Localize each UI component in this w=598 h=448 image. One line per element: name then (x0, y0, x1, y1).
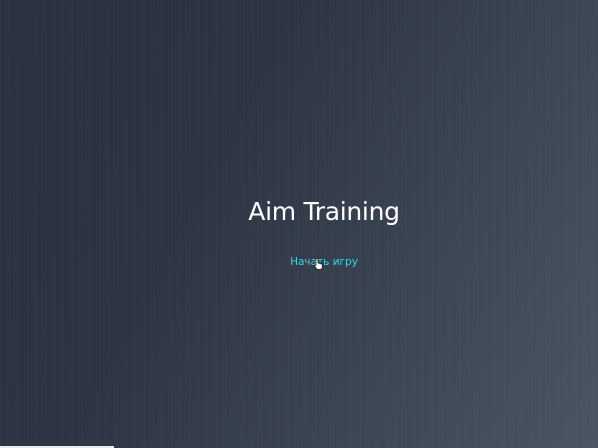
game-title: Aim Training (248, 197, 400, 226)
hand-pointer-icon (314, 258, 323, 270)
start-game-button[interactable]: Начать игру (0, 256, 598, 268)
start-screen: Aim Training Начать игру (0, 0, 598, 448)
start-game-label: Начать игру (290, 256, 358, 268)
